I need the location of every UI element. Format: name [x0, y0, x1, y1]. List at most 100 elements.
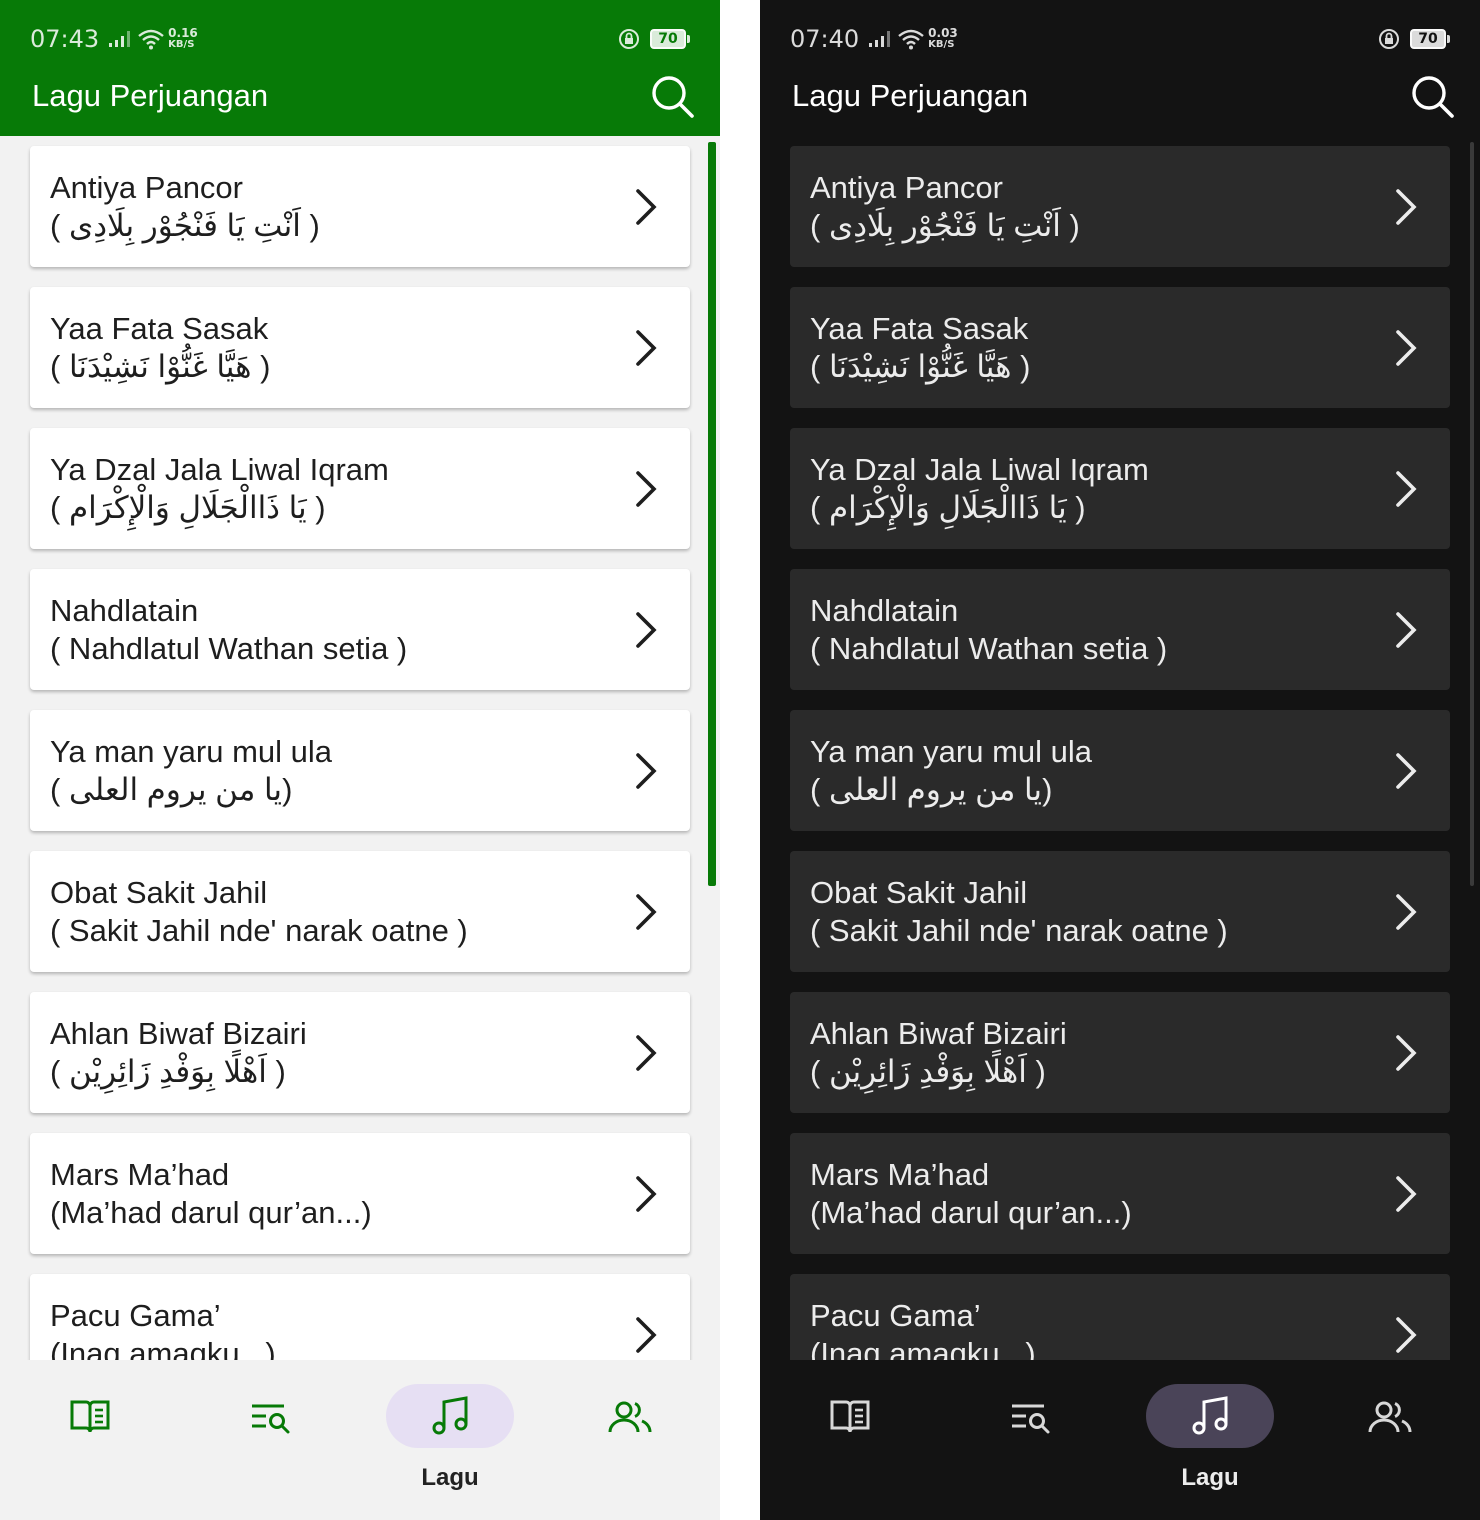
song-subtitle: ( Nahdlatul Wathan setia ) [50, 631, 408, 666]
song-title: Ya man yaru mul ula [50, 734, 332, 769]
song-card-mars-mahad[interactable]: Mars Ma’had (Ma’had darul qur’an...) [790, 1133, 1450, 1254]
nav-item-lagu[interactable]: Lagu [1145, 1384, 1275, 1494]
song-card-ahlan-biwaf[interactable]: Ahlan Biwaf Bizairi ( اَهْلًا بِوَفْدِ ز… [790, 992, 1450, 1113]
song-subtitle: ( Sakit Jahil nde' narak oatne ) [810, 913, 1228, 948]
song-title: Ahlan Biwaf Bizairi [810, 1016, 1067, 1051]
song-card-yaa-fata-sasak[interactable]: Yaa Fata Sasak ( هَيَّا غَنُّوْا نَشِيْد… [30, 287, 690, 408]
chevron-right-icon [636, 189, 657, 225]
song-subtitle: ( اَهْلًا بِوَفْدِ زَائِرِيْن ) [810, 1054, 1046, 1089]
nav-label-lagu: Lagu [1181, 1464, 1239, 1491]
chevron-right-icon [636, 894, 657, 930]
song-subtitle: ( هَيَّا غَنُّوْا نَشِيْدَنَا ) [50, 349, 271, 384]
signal-icon [109, 31, 131, 47]
song-title: Pacu Gama’ [810, 1298, 981, 1333]
rotation-lock-icon [619, 29, 639, 49]
chevron-right-icon [1396, 1035, 1417, 1071]
song-subtitle: (Ma’had darul qur’an...) [810, 1195, 1132, 1230]
song-subtitle: (Inaq amaqku...) [50, 1336, 276, 1360]
status-bar: 07:40 0.03 KB/S 70 [790, 22, 1450, 56]
nav-label-lagu: Lagu [421, 1464, 479, 1491]
music-note-icon [1192, 1396, 1228, 1435]
bottom-navigation: Lagu [760, 1360, 1480, 1520]
song-title: Ahlan Biwaf Bizairi [50, 1016, 307, 1051]
song-title: Pacu Gama’ [50, 1298, 221, 1333]
song-title: Nahdlatain [50, 593, 199, 628]
song-subtitle: ( اَنْتِ يَا فَنْجُوْر بِلَادِى ) [50, 208, 320, 243]
nav-item-list-search[interactable] [965, 1384, 1095, 1494]
status-bar: 07:43 0.16 KB/S 70 [30, 22, 690, 56]
song-card-obat-sakit-jahil[interactable]: Obat Sakit Jahil ( Sakit Jahil nde' nara… [30, 851, 690, 972]
song-card-obat-sakit-jahil[interactable]: Obat Sakit Jahil ( Sakit Jahil nde' nara… [790, 851, 1450, 972]
song-title: Ya Dzal Jala Liwal Iqram [50, 452, 389, 487]
song-title: Ya Dzal Jala Liwal Iqram [810, 452, 1149, 487]
list-search-icon [252, 1404, 290, 1434]
app-bar: 07:43 0.16 KB/S 70 Lagu Perjuangan [0, 0, 720, 136]
song-subtitle: ( Sakit Jahil nde' narak oatne ) [50, 913, 468, 948]
search-icon[interactable] [648, 72, 696, 120]
song-card-nahdlatain[interactable]: Nahdlatain ( Nahdlatul Wathan setia ) [30, 569, 690, 690]
chevron-right-icon [636, 330, 657, 366]
scrollbar-thumb[interactable] [708, 142, 716, 886]
battery-level: 70 [650, 29, 686, 49]
song-subtitle: ( هَيَّا غَنُّوْا نَشِيْدَنَا ) [810, 349, 1031, 384]
rotation-lock-icon [1379, 29, 1399, 49]
signal-icon [869, 31, 891, 47]
song-title: Antiya Pancor [810, 170, 1003, 205]
song-card-ya-man-yaru[interactable]: Ya man yaru mul ula ( يا من يروم العلى) [30, 710, 690, 831]
nav-item-list-search[interactable] [205, 1384, 335, 1494]
scrollbar-thumb[interactable] [1470, 142, 1474, 886]
chevron-right-icon [636, 471, 657, 507]
network-speed: 0.16 KB/S [168, 27, 198, 51]
chevron-right-icon [1396, 330, 1417, 366]
nav-item-book[interactable] [785, 1384, 915, 1494]
speed-value: 0.03 [928, 26, 958, 40]
page-title: Lagu Perjuangan [792, 78, 1029, 113]
song-title: Mars Ma’had [50, 1157, 230, 1192]
nav-item-people[interactable] [1325, 1384, 1455, 1494]
chevron-right-icon [1396, 894, 1417, 930]
song-card-antiya-pancor[interactable]: Antiya Pancor ( اَنْتِ يَا فَنْجُوْر بِل… [790, 146, 1450, 267]
song-list: Antiya Pancor ( اَنْتِ يَا فَنْجُوْر بِل… [760, 136, 1480, 1360]
song-subtitle: ( يا من يروم العلى) [810, 772, 1053, 807]
bottom-navigation: Lagu [0, 1360, 720, 1520]
status-time: 07:40 [790, 25, 860, 53]
chevron-right-icon [1396, 1176, 1417, 1212]
search-icon[interactable] [1408, 72, 1456, 120]
song-card-mars-mahad[interactable]: Mars Ma’had (Ma’had darul qur’an...) [30, 1133, 690, 1254]
music-note-icon [432, 1396, 468, 1435]
list-search-icon [1012, 1404, 1050, 1434]
chevron-right-icon [636, 753, 657, 789]
song-subtitle: (Ma’had darul qur’an...) [50, 1195, 372, 1230]
song-subtitle: ( يَا ذَاالْجَلَالِ وَالْإِكْرَام ) [810, 490, 1086, 525]
chevron-right-icon [636, 1176, 657, 1212]
song-card-antiya-pancor[interactable]: Antiya Pancor ( اَنْتِ يَا فَنْجُوْر بِل… [30, 146, 690, 267]
chevron-right-icon [636, 1035, 657, 1071]
status-time: 07:43 [30, 25, 100, 53]
nav-item-people[interactable] [565, 1384, 695, 1494]
song-card-ya-dzal-jala[interactable]: Ya Dzal Jala Liwal Iqram ( يَا ذَاالْجَل… [30, 428, 690, 549]
battery-level: 70 [1410, 29, 1446, 49]
speed-unit: KB/S [168, 39, 195, 50]
song-card-nahdlatain[interactable]: Nahdlatain ( Nahdlatul Wathan setia ) [790, 569, 1450, 690]
song-subtitle: ( يَا ذَاالْجَلَالِ وَالْإِكْرَام ) [50, 490, 326, 525]
song-title: Ya man yaru mul ula [810, 734, 1092, 769]
song-title: Yaa Fata Sasak [50, 311, 269, 346]
song-card-pacu-gama[interactable]: Pacu Gama’ (Inaq amaqku...) [30, 1274, 690, 1360]
people-icon [1368, 1401, 1412, 1433]
chevron-right-icon [1396, 753, 1417, 789]
song-card-ya-dzal-jala[interactable]: Ya Dzal Jala Liwal Iqram ( يَا ذَاالْجَل… [790, 428, 1450, 549]
song-card-yaa-fata-sasak[interactable]: Yaa Fata Sasak ( هَيَّا غَنُّوْا نَشِيْد… [790, 287, 1450, 408]
nav-item-book[interactable] [25, 1384, 155, 1494]
wifi-icon [138, 29, 164, 50]
chevron-right-icon [636, 612, 657, 648]
chevron-right-icon [1396, 471, 1417, 507]
speed-unit: KB/S [928, 39, 955, 50]
chevron-right-icon [636, 1317, 657, 1353]
song-title: Obat Sakit Jahil [50, 875, 268, 910]
song-card-pacu-gama[interactable]: Pacu Gama’ (Inaq amaqku...) [790, 1274, 1450, 1360]
nav-item-lagu[interactable]: Lagu [385, 1384, 515, 1494]
song-card-ahlan-biwaf[interactable]: Ahlan Biwaf Bizairi ( اَهْلًا بِوَفْدِ ز… [30, 992, 690, 1113]
song-card-ya-man-yaru[interactable]: Ya man yaru mul ula ( يا من يروم العلى) [790, 710, 1450, 831]
dark-theme-screen: 07:40 0.03 KB/S 70 Lagu Perjuangan Antiya… [760, 0, 1480, 1520]
song-title: Yaa Fata Sasak [810, 311, 1029, 346]
